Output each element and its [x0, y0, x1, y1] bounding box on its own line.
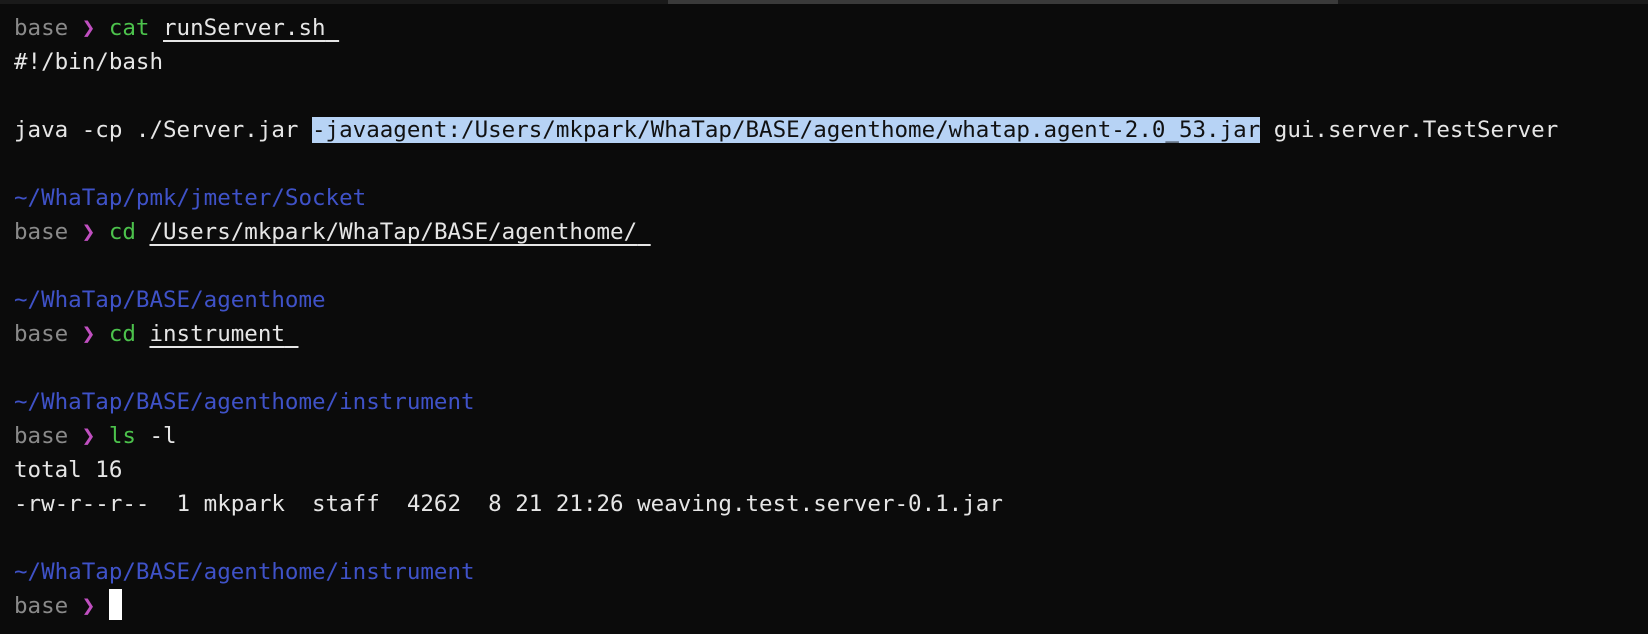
selected-text[interactable]: -javaagent:/Users/mkpark/WhaTap/BASE/age… — [312, 117, 1261, 143]
prompt-arrow-icon: ❯ — [81, 423, 96, 449]
prompt-env: base — [14, 15, 69, 41]
horizontal-scrollbar[interactable] — [668, 0, 1338, 4]
prompt-arrow-icon: ❯ — [81, 321, 96, 347]
output-line: -rw-r--r-- 1 mkpark staff 4262 8 21 21:2… — [14, 491, 1003, 517]
command-arg: instrument — [149, 321, 285, 347]
cwd-line: ~/WhaTap/BASE/agenthome — [14, 287, 326, 313]
output-line: #!/bin/bash — [14, 49, 164, 75]
prompt-line: base ❯ — [14, 589, 1648, 623]
prompt-env: base — [14, 593, 69, 619]
prompt-line: base ❯ ls -l — [14, 419, 1648, 453]
command: ls — [108, 423, 136, 449]
prompt-arrow-icon: ❯ — [81, 15, 96, 41]
prompt-arrow-icon: ❯ — [81, 593, 96, 619]
prompt-env: base — [14, 423, 69, 449]
output-line: total 16 — [14, 457, 123, 483]
command-arg: runServer.sh — [163, 15, 326, 41]
command: cat — [108, 15, 150, 41]
terminal-output[interactable]: base ❯ cat runServer.sh #!/bin/bash java… — [14, 11, 1648, 623]
prompt-env: base — [14, 321, 69, 347]
command-arg: /Users/mkpark/WhaTap/BASE/agenthome/ — [149, 219, 638, 245]
prompt-line: base ❯ cat runServer.sh — [14, 11, 1648, 45]
text-cursor[interactable] — [108, 589, 122, 620]
cwd-line: ~/WhaTap/BASE/agenthome/instrument — [14, 559, 475, 585]
prompt-env: base — [14, 219, 69, 245]
command: cd — [108, 321, 136, 347]
cwd-line: ~/WhaTap/BASE/agenthome/instrument — [14, 389, 475, 415]
prompt-arrow-icon: ❯ — [81, 219, 96, 245]
java-prefix: java -cp ./Server.jar — [14, 117, 313, 143]
cwd-line: ~/WhaTap/pmk/jmeter/Socket — [14, 185, 367, 211]
prompt-line: base ❯ cd /Users/mkpark/WhaTap/BASE/agen… — [14, 215, 1648, 249]
java-suffix: gui.server.TestServer — [1260, 117, 1559, 143]
command-arg: -l — [149, 423, 177, 449]
prompt-line: base ❯ cd instrument — [14, 317, 1648, 351]
command: cd — [108, 219, 136, 245]
output-line: java -cp ./Server.jar -javaagent:/Users/… — [14, 113, 1648, 147]
window-top-bar — [0, 0, 1648, 4]
